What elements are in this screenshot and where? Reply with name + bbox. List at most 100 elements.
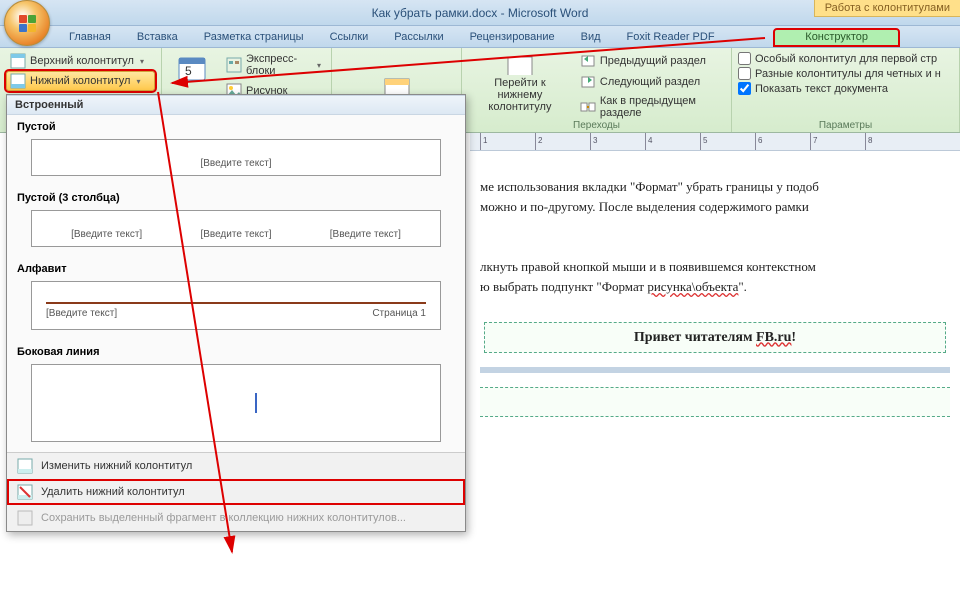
save-selection-label: Сохранить выделенный фрагмент в коллекци…: [41, 512, 406, 524]
footer-gallery-dropdown: Встроенный Пустой [Введите текст] Пустой…: [6, 94, 466, 532]
ruler-tick: 3: [593, 136, 597, 145]
sideline-bar-icon: [255, 393, 257, 413]
footer-text-error: FB.ru: [756, 330, 791, 345]
quick-parts-dropdown[interactable]: Экспресс-блоки ▾: [222, 51, 325, 79]
page-footer-region[interactable]: Привет читателям FB.ru!: [484, 322, 946, 354]
body-text: ю выбрать подпункт "Формат: [480, 279, 647, 294]
title-bar: Как убрать рамки.docx - Microsoft Word Р…: [0, 0, 960, 26]
next-section-icon: [580, 74, 596, 90]
body-text: можно и по-другому. После выделения соде…: [480, 199, 809, 214]
ruler-tick: 8: [868, 136, 872, 145]
footer-dropdown[interactable]: Нижний колонтитул ▾: [6, 71, 155, 91]
footer-label: Нижний колонтитул: [30, 75, 130, 87]
chevron-down-icon: ▾: [317, 61, 321, 70]
different-first-page-checkbox[interactable]: Особый колонтитул для первой стр: [738, 51, 953, 66]
office-button[interactable]: [4, 0, 50, 46]
body-text: ".: [738, 279, 747, 294]
different-odd-even-checkbox[interactable]: Разные колонтитулы для четных и н: [738, 66, 953, 81]
tab-view[interactable]: Вид: [568, 28, 614, 47]
next-section-button[interactable]: Следующий раздел: [576, 72, 725, 92]
next-section-label: Следующий раздел: [600, 76, 700, 88]
tab-foxit[interactable]: Foxit Reader PDF: [614, 28, 728, 47]
tab-insert[interactable]: Вставка: [124, 28, 191, 47]
goto-footer-label: Перейти к нижнему колонтитулу: [476, 77, 564, 113]
header-dropdown[interactable]: Верхний колонтитул ▾: [6, 51, 155, 71]
calendar-icon: 5: [176, 53, 208, 85]
gallery-item-sideline[interactable]: [31, 364, 441, 442]
body-text: ме использования вкладки "Формат" убрать…: [480, 179, 819, 194]
footer-icon: [10, 73, 26, 89]
prev-section-label: Предыдущий раздел: [600, 55, 706, 67]
checkbox-icon[interactable]: [738, 82, 751, 95]
show-document-text-checkbox[interactable]: Показать текст документа: [738, 81, 953, 96]
edit-footer-label: Изменить нижний колонтитул: [41, 460, 192, 472]
gallery-item-blank[interactable]: [Введите текст]: [31, 139, 441, 176]
ruler-tick: 4: [648, 136, 652, 145]
placeholder-text: [Введите текст]: [71, 229, 142, 240]
document-body[interactable]: ме использования вкладки "Формат" убрать…: [470, 151, 960, 427]
gallery-item-alphabet[interactable]: [Введите текст] Страница 1: [31, 281, 441, 330]
different-oddeven-label: Разные колонтитулы для четных и н: [755, 68, 941, 80]
link-previous-label: Как в предыдущем разделе: [600, 95, 721, 119]
page-separator: [480, 367, 950, 373]
remove-footer-icon: [17, 484, 33, 500]
ruler-tick: 6: [758, 136, 762, 145]
gallery-item-blank3-label: Пустой (3 столбца): [7, 186, 465, 206]
gallery-footer-menu: Изменить нижний колонтитул Удалить нижни…: [7, 452, 465, 531]
horizontal-ruler[interactable]: 1 2 3 4 5 6 7 8: [470, 133, 960, 151]
header-icon: [10, 53, 26, 69]
chevron-down-icon: ▾: [140, 57, 144, 66]
tab-home[interactable]: Главная: [56, 28, 124, 47]
show-document-label: Показать текст документа: [755, 83, 888, 95]
transitions-group-label: Переходы: [462, 120, 731, 131]
save-selection-menuitem: Сохранить выделенный фрагмент в коллекци…: [7, 505, 465, 531]
chevron-down-icon: ▾: [136, 77, 140, 86]
remove-footer-menuitem[interactable]: Удалить нижний колонтитул: [7, 479, 465, 505]
page-number-text: Страница 1: [372, 308, 426, 319]
footer-text: Привет читателям: [634, 330, 756, 345]
ruler-tick: 1: [483, 136, 487, 145]
quick-parts-icon: [226, 57, 242, 73]
ribbon-group-transitions: Перейти к нижнему колонтитулу Предыдущий…: [462, 48, 732, 132]
edit-footer-icon: [17, 458, 33, 474]
options-group-label: Параметры: [732, 120, 959, 131]
body-text: лкнуть правой кнопкой мыши и в появившем…: [480, 259, 816, 274]
gallery-header-builtin: Встроенный: [7, 95, 465, 115]
gallery-item-blank3[interactable]: [Введите текст] [Введите текст] [Введите…: [31, 210, 441, 247]
goto-footer-icon: [504, 53, 536, 75]
checkbox-icon[interactable]: [738, 52, 751, 65]
footer-text: !: [791, 330, 796, 345]
prev-section-icon: [580, 53, 596, 69]
svg-text:5: 5: [185, 64, 192, 78]
different-first-label: Особый колонтитул для первой стр: [755, 53, 937, 65]
tab-page-layout[interactable]: Разметка страницы: [191, 28, 317, 47]
goto-footer-button[interactable]: Перейти к нижнему колонтитулу: [468, 51, 572, 115]
ribbon-group-options: Особый колонтитул для первой стр Разные …: [732, 48, 960, 132]
gallery-item-sideline-label: Боковая линия: [7, 340, 465, 360]
checkbox-icon[interactable]: [738, 67, 751, 80]
gallery-item-blank-label: Пустой: [7, 115, 465, 135]
placeholder-text: [Введите текст]: [46, 308, 117, 319]
ruler-tick: 7: [813, 136, 817, 145]
placeholder-text: [Введите текст]: [330, 229, 401, 240]
header-label: Верхний колонтитул: [30, 55, 134, 67]
link-previous-button[interactable]: Как в предыдущем разделе: [576, 93, 725, 121]
placeholder-text: [Введите текст]: [200, 229, 271, 240]
document-area: 1 2 3 4 5 6 7 8 ме использования вкладки…: [470, 133, 960, 592]
tab-references[interactable]: Ссылки: [317, 28, 382, 47]
page-header-region[interactable]: [480, 387, 950, 417]
tab-mailings[interactable]: Рассылки: [381, 28, 456, 47]
previous-section-button[interactable]: Предыдущий раздел: [576, 51, 725, 71]
tab-review[interactable]: Рецензирование: [457, 28, 568, 47]
edit-footer-menuitem[interactable]: Изменить нижний колонтитул: [7, 453, 465, 479]
gallery-item-alphabet-label: Алфавит: [7, 257, 465, 277]
ribbon-tabs: Главная Вставка Разметка страницы Ссылки…: [0, 26, 960, 48]
body-text-error: рисунка\объекта: [647, 279, 738, 294]
contextual-tab-group: Работа с колонтитулами: [814, 0, 960, 17]
remove-footer-label: Удалить нижний колонтитул: [41, 486, 185, 498]
quick-parts-label: Экспресс-блоки: [246, 53, 311, 77]
tab-designer[interactable]: Конструктор: [773, 28, 900, 47]
ruler-tick: 5: [703, 136, 707, 145]
save-selection-icon: [17, 510, 33, 526]
link-previous-icon: [580, 99, 596, 115]
